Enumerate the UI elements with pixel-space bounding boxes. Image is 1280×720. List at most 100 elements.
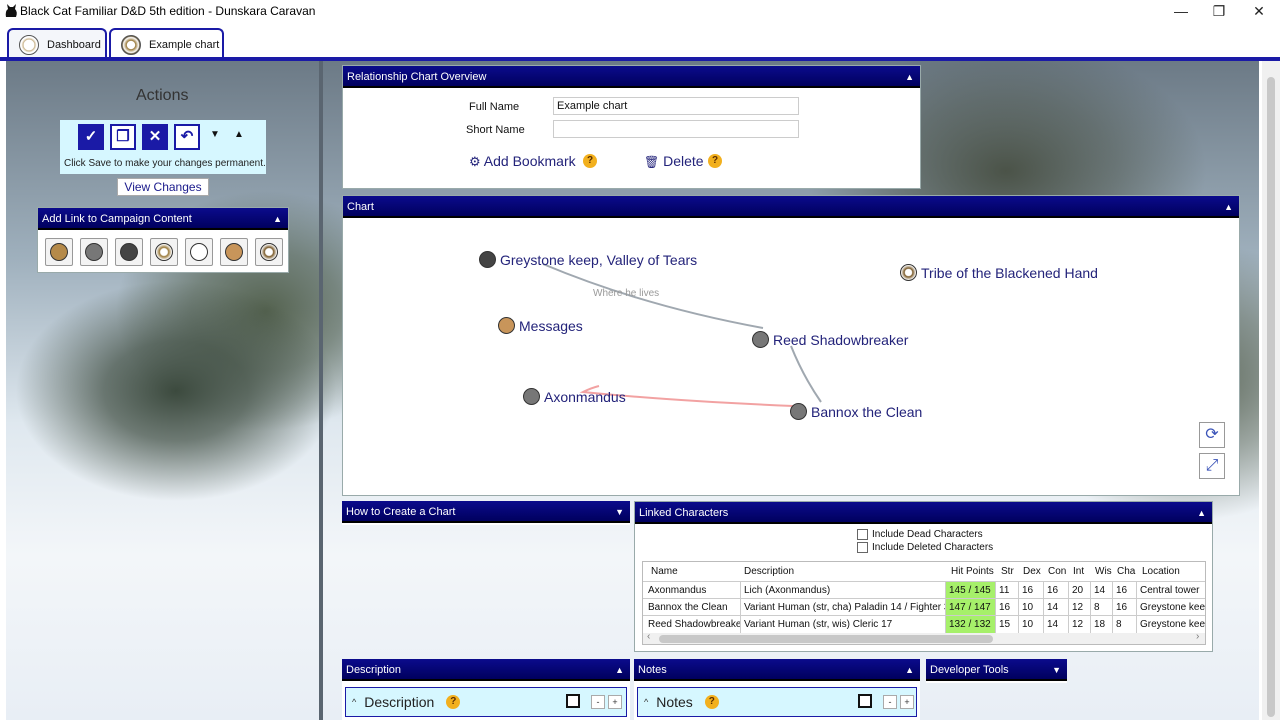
include-deleted-checkbox[interactable]: Include Deleted Characters xyxy=(857,542,993,553)
refresh-icon[interactable]: ⟳ xyxy=(1199,422,1225,448)
table-cell: Variant Human (str, cha) Paladin 14 / Fi… xyxy=(741,599,946,616)
chart-node-bannox-the-clean[interactable]: Bannox the Clean xyxy=(790,403,922,420)
how-to-panel: How to Create a Chart ▼ xyxy=(342,501,630,525)
chart-node-tribe-blackened-hand[interactable]: Tribe of the Blackened Hand xyxy=(900,264,1098,281)
scroll-right-icon[interactable]: › xyxy=(1196,631,1199,642)
table-cell: 12 xyxy=(1069,616,1091,633)
add-chart-button[interactable] xyxy=(150,238,178,266)
collapse-caret-icon[interactable]: ▲ xyxy=(273,208,282,230)
chart-icon xyxy=(121,34,141,55)
collapse-caret-icon[interactable]: ▲ xyxy=(905,66,914,88)
location-icon xyxy=(479,251,496,268)
column-header[interactable]: Name xyxy=(643,563,741,580)
collapse-up-icon[interactable]: ^ xyxy=(352,697,356,707)
add-npc-button[interactable] xyxy=(45,238,73,266)
chart-node-messages[interactable]: Messages xyxy=(498,317,583,334)
add-bookmark-button[interactable]: ⚙ Add Bookmark xyxy=(469,153,576,170)
scroll-left-icon[interactable]: ‹ xyxy=(647,631,650,642)
chart-node-reed-shadowbreaker[interactable]: Reed Shadowbreaker xyxy=(752,331,908,348)
collapse-caret-icon[interactable]: ▲ xyxy=(905,659,914,681)
checkbox-box[interactable] xyxy=(857,529,868,540)
table-row[interactable]: Bannox the Clean Variant Human (str, cha… xyxy=(643,598,1205,616)
collapse-caret-icon[interactable]: ▲ xyxy=(615,659,624,681)
increase-button[interactable]: + xyxy=(608,695,622,709)
table-row[interactable]: Reed Shadowbreaker Variant Human (str, w… xyxy=(643,615,1205,633)
expand-icon[interactable]: ⤢ xyxy=(1199,453,1225,479)
collapse-caret-icon[interactable]: ▲ xyxy=(1197,502,1206,524)
chart-node-axonmandus[interactable]: Axonmandus xyxy=(523,388,626,405)
edge-bannox-reed xyxy=(790,345,822,403)
dashboard-icon xyxy=(19,34,39,55)
column-header[interactable]: Wis xyxy=(1091,563,1113,580)
copy-button[interactable]: ❐ xyxy=(110,124,136,150)
scrollbar-thumb[interactable] xyxy=(1267,77,1275,717)
add-blank-button[interactable] xyxy=(185,238,213,266)
expand-caret-icon[interactable]: ▼ xyxy=(615,501,624,523)
table-row[interactable]: Axonmandus Lich (Axonmandus) 145 / 145 1… xyxy=(643,581,1205,599)
help-icon[interactable]: ? xyxy=(708,154,722,168)
column-header[interactable]: Str xyxy=(996,563,1019,580)
add-link-panel: Add Link to Campaign Content ▲ xyxy=(37,207,289,273)
table-horizontal-scrollbar[interactable]: ‹ › xyxy=(643,631,1205,644)
table-cell: 16 xyxy=(1113,599,1137,616)
copy-icon[interactable] xyxy=(858,694,872,708)
help-icon[interactable]: ? xyxy=(583,154,597,168)
collapse-up-icon[interactable]: ^ xyxy=(644,697,648,707)
copy-icon[interactable] xyxy=(566,694,580,708)
close-button[interactable]: ✕ xyxy=(1236,0,1280,22)
help-icon[interactable]: ? xyxy=(704,695,719,709)
page-scrollbar[interactable] xyxy=(1262,61,1280,720)
move-down-button[interactable]: ▼ xyxy=(206,124,224,150)
add-location-button[interactable] xyxy=(115,238,143,266)
panel-title: Linked Characters xyxy=(639,507,729,519)
character-icon xyxy=(523,388,540,405)
cancel-button[interactable]: ✕ xyxy=(142,124,168,150)
full-name-input[interactable]: Example chart xyxy=(553,97,799,115)
increase-button[interactable]: + xyxy=(900,695,914,709)
linked-characters-header[interactable]: Linked Characters ▲ xyxy=(635,502,1212,524)
overview-header[interactable]: Relationship Chart Overview ▲ xyxy=(343,66,920,88)
column-header[interactable]: Cha xyxy=(1113,563,1137,580)
column-header[interactable]: Description xyxy=(741,563,946,580)
view-changes-button[interactable]: View Changes xyxy=(117,178,209,196)
save-button[interactable]: ✓ xyxy=(78,124,104,150)
linked-characters-table: Name Description Hit Points Str Dex Con … xyxy=(642,561,1206,645)
move-up-button[interactable]: ▲ xyxy=(230,124,248,150)
notes-subheader: ^ Notes ? - + xyxy=(637,687,917,717)
short-name-input[interactable] xyxy=(553,120,799,138)
notes-header[interactable]: Notes ▲ xyxy=(634,659,920,681)
actions-hint: Click Save to make your changes permanen… xyxy=(64,158,266,169)
how-to-header[interactable]: How to Create a Chart ▼ xyxy=(342,501,630,523)
column-header[interactable]: Hit Points xyxy=(946,563,996,580)
column-header[interactable]: Location xyxy=(1137,563,1205,580)
chart-node-greystone-keep[interactable]: Greystone keep, Valley of Tears xyxy=(479,251,697,268)
npc-icon xyxy=(50,243,68,261)
table-cell: 12 xyxy=(1069,599,1091,616)
help-icon[interactable]: ? xyxy=(446,695,461,709)
delete-button[interactable]: 🗑 Delete xyxy=(644,153,704,169)
table-cell: 10 xyxy=(1019,599,1044,616)
table-cell: 14 xyxy=(1044,599,1069,616)
add-note-button[interactable] xyxy=(220,238,248,266)
scrollbar-thumb[interactable] xyxy=(659,635,993,643)
actions-title: Actions xyxy=(136,87,189,104)
pane-splitter[interactable] xyxy=(319,61,323,720)
tab-example-chart[interactable]: Example chart xyxy=(109,28,224,59)
column-header[interactable]: Int xyxy=(1069,563,1091,580)
add-organization-button[interactable] xyxy=(255,238,283,266)
decrease-button[interactable]: - xyxy=(591,695,605,709)
add-character-button[interactable] xyxy=(80,238,108,266)
linked-characters-panel: Linked Characters ▲ Include Dead Charact… xyxy=(634,501,1213,652)
checkbox-box[interactable] xyxy=(857,542,868,553)
column-header[interactable]: Con xyxy=(1044,563,1069,580)
table-cell: 8 xyxy=(1091,599,1113,616)
column-header[interactable]: Dex xyxy=(1019,563,1044,580)
decrease-button[interactable]: - xyxy=(883,695,897,709)
description-header[interactable]: Description ▲ xyxy=(342,659,630,681)
developer-tools-header[interactable]: Developer Tools ▼ xyxy=(926,659,1067,681)
undo-button[interactable]: ↶ xyxy=(174,124,200,150)
expand-caret-icon[interactable]: ▼ xyxy=(1052,659,1061,681)
tab-dashboard[interactable]: Dashboard xyxy=(7,28,107,59)
add-link-header[interactable]: Add Link to Campaign Content ▲ xyxy=(38,208,288,230)
include-dead-checkbox[interactable]: Include Dead Characters xyxy=(857,529,983,540)
